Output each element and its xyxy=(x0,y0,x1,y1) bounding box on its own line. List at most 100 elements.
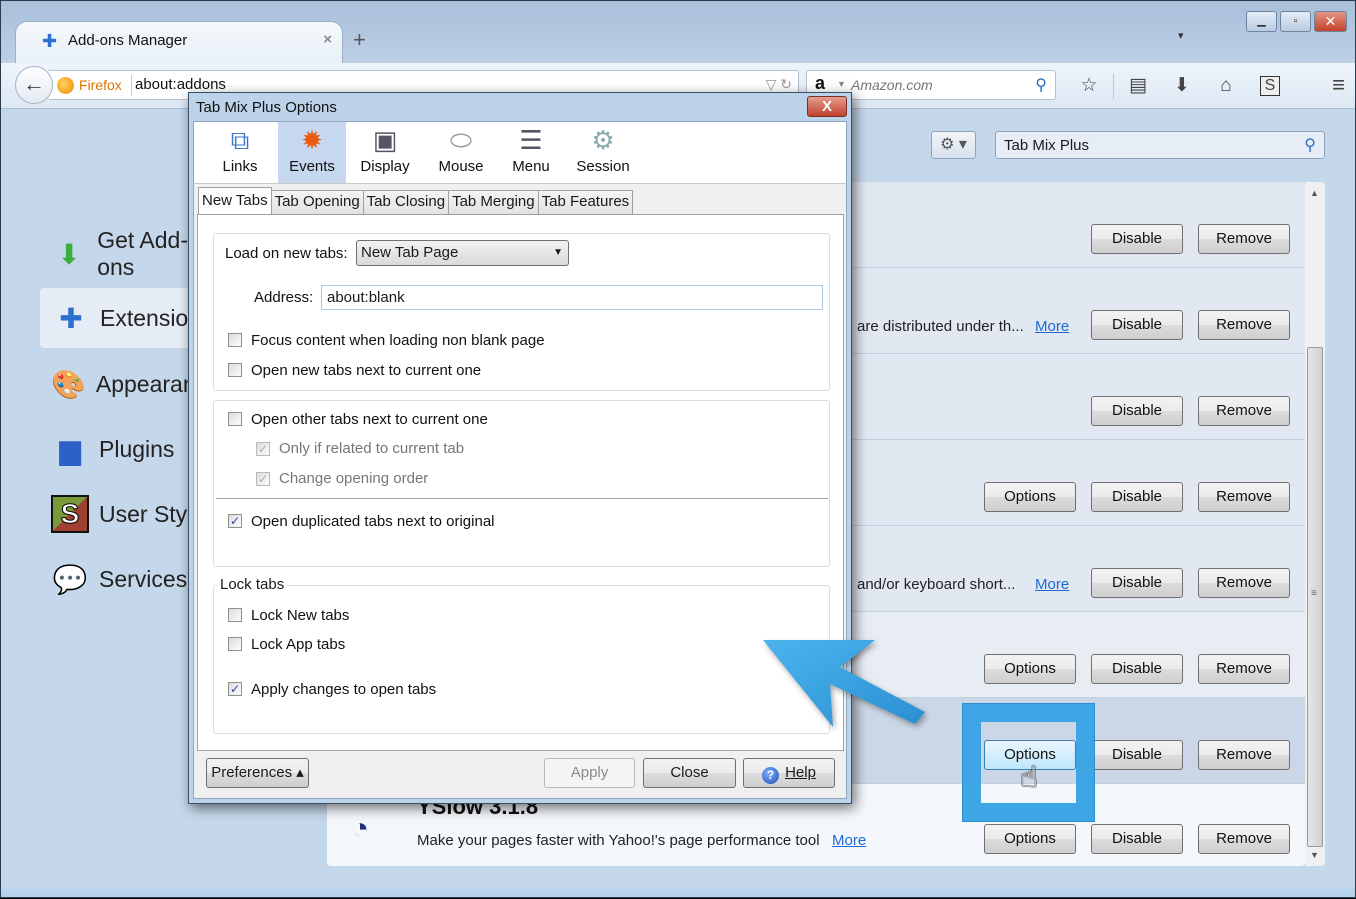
addon-description: are distributed under th... xyxy=(857,318,1024,335)
disable-button[interactable]: Disable xyxy=(1091,396,1183,426)
preferences-button[interactable]: Preferences ▴ xyxy=(206,758,309,788)
engine-dropdown-icon[interactable]: ▼ xyxy=(837,79,846,89)
help-button[interactable]: ? Help xyxy=(743,758,835,788)
pane-menu[interactable]: ☰ Menu xyxy=(500,122,562,183)
speedometer-icon: ◔ xyxy=(351,812,370,845)
close-button[interactable]: Close xyxy=(643,758,736,788)
apply-button[interactable]: Apply xyxy=(544,758,635,788)
remove-button[interactable]: Remove xyxy=(1198,482,1290,512)
chat-bubble-icon: 💬 xyxy=(52,563,88,595)
tab-new-tabs[interactable]: New Tabs xyxy=(198,187,272,214)
disable-button[interactable]: Disable xyxy=(1091,310,1183,340)
open-other-next-checkbox[interactable] xyxy=(228,412,242,426)
search-icon[interactable]: ⚲ xyxy=(1035,75,1047,95)
stylish-toolbar-icon[interactable]: S xyxy=(1260,76,1280,96)
remove-button[interactable]: Remove xyxy=(1198,654,1290,684)
tab-close-icon[interactable]: × xyxy=(323,31,332,48)
apply-changes-checkbox[interactable]: ✓ xyxy=(228,682,242,696)
search-icon[interactable]: ⚲ xyxy=(1304,135,1316,155)
options-button[interactable]: Options xyxy=(984,482,1076,512)
lock-new-tabs-checkbox[interactable] xyxy=(228,608,242,622)
pane-events[interactable]: ✹ Events xyxy=(278,122,346,183)
lock-tabs-legend: Lock tabs xyxy=(217,576,288,593)
dialog-close-button[interactable]: X xyxy=(807,96,847,117)
display-icon: ▣ xyxy=(372,125,398,155)
amazon-engine-icon[interactable]: a xyxy=(815,73,825,94)
pane-session[interactable]: ⚙ Session xyxy=(568,122,638,183)
disable-button[interactable]: Disable xyxy=(1091,224,1183,254)
maximize-button[interactable]: ▫ xyxy=(1280,11,1311,32)
disable-button[interactable]: Disable xyxy=(1091,824,1183,854)
more-link[interactable]: More xyxy=(1035,576,1069,593)
remove-button[interactable]: Remove xyxy=(1198,824,1290,854)
disable-button[interactable]: Disable xyxy=(1091,654,1183,684)
bookmark-star-icon[interactable]: ☆ xyxy=(1067,73,1111,99)
scrollbar-thumb[interactable]: ≡ xyxy=(1307,347,1323,847)
tab-tab-closing[interactable]: Tab Closing xyxy=(362,190,450,214)
more-link[interactable]: More xyxy=(832,832,866,849)
options-button[interactable]: Options xyxy=(984,654,1076,684)
new-tab-button[interactable]: + xyxy=(353,27,366,53)
disable-button[interactable]: Disable xyxy=(1091,482,1183,512)
url-separator xyxy=(131,75,132,96)
hamburger-menu-icon[interactable]: ≡ xyxy=(1332,72,1345,98)
only-if-related-checkbox: ✓ xyxy=(256,442,270,456)
disable-button[interactable]: Disable xyxy=(1091,568,1183,598)
tools-gear-button[interactable]: ⚙ ▾ xyxy=(931,131,976,159)
list-all-tabs-icon[interactable]: ▾ xyxy=(1178,29,1184,42)
session-icon: ⚙ xyxy=(591,125,615,155)
new-tabs-panel: Load on new tabs: New Tab Page ▼ Address… xyxy=(197,214,844,751)
pane-links[interactable]: ⧉ Links xyxy=(208,122,272,183)
reload-icon[interactable]: ▽ ↻ xyxy=(766,76,792,93)
help-icon: ? xyxy=(762,767,780,784)
tab-addons-manager[interactable]: ✚ Add-ons Manager × xyxy=(15,21,343,63)
remove-button[interactable]: Remove xyxy=(1198,396,1290,426)
stylish-icon: S xyxy=(51,495,89,533)
annotation-arrow-icon xyxy=(763,640,925,727)
pane-mouse[interactable]: ⬭ Mouse xyxy=(426,122,496,183)
scroll-up-icon[interactable]: ▲ xyxy=(1310,188,1319,198)
chevron-down-icon: ▼ xyxy=(553,247,563,258)
focus-content-checkbox[interactable] xyxy=(228,333,242,347)
address-label: Address: xyxy=(254,289,314,306)
plugin-icon: ▆ xyxy=(59,433,81,465)
subtab-bar: New Tabs Tab Opening Tab Closing Tab Mer… xyxy=(198,187,634,214)
downloads-icon[interactable]: ⬇ xyxy=(1160,73,1204,99)
pane-display[interactable]: ▣ Display xyxy=(350,122,420,183)
palette-icon: 🎨 xyxy=(51,368,86,400)
opening-group: Open other tabs next to current one ✓ On… xyxy=(213,400,830,567)
tab-tab-opening[interactable]: Tab Opening xyxy=(270,190,364,214)
lock-app-tabs-checkbox[interactable] xyxy=(228,637,242,651)
addon-search-input[interactable]: Tab Mix Plus ⚲ xyxy=(995,131,1325,159)
bookmarks-menu-icon[interactable]: ▤ xyxy=(1116,73,1160,99)
hand-cursor-icon: ☝ xyxy=(1020,761,1039,794)
more-link[interactable]: More xyxy=(1035,318,1069,335)
disable-button[interactable]: Disable xyxy=(1091,740,1183,770)
remove-button[interactable]: Remove xyxy=(1198,568,1290,598)
scroll-down-icon[interactable]: ▼ xyxy=(1310,850,1319,860)
back-button[interactable]: ← xyxy=(15,66,53,104)
search-placeholder: Amazon.com xyxy=(851,77,933,93)
separator xyxy=(216,498,828,499)
options-button[interactable]: Options xyxy=(984,824,1076,854)
tab-tab-merging[interactable]: Tab Merging xyxy=(448,190,539,214)
remove-button[interactable]: Remove xyxy=(1198,224,1290,254)
change-order-checkbox: ✓ xyxy=(256,472,270,486)
close-window-button[interactable]: ✕ xyxy=(1314,11,1347,32)
addon-description: Make your pages faster with Yahoo!'s pag… xyxy=(417,832,820,849)
address-field[interactable]: about:blank xyxy=(321,285,823,310)
remove-button[interactable]: Remove xyxy=(1198,310,1290,340)
sidebar-item-label: Plugins xyxy=(99,435,175,462)
open-new-next-checkbox[interactable] xyxy=(228,363,242,377)
load-on-new-tabs-select[interactable]: New Tab Page ▼ xyxy=(356,240,569,266)
load-label: Load on new tabs: xyxy=(225,245,348,262)
open-duplicated-checkbox[interactable]: ✓ xyxy=(228,514,242,528)
addon-list-scrollbar[interactable]: ▲ ≡ ▼ xyxy=(1305,182,1325,866)
title-bar: ✚ Add-ons Manager × + ▾ ▁ ▫ ✕ xyxy=(1,1,1355,63)
addon-search-value[interactable]: Tab Mix Plus xyxy=(1004,137,1089,154)
home-icon[interactable]: ⌂ xyxy=(1204,73,1248,99)
url-text[interactable]: about:addons xyxy=(135,76,226,93)
minimize-button[interactable]: ▁ xyxy=(1246,11,1277,32)
tab-tab-features[interactable]: Tab Features xyxy=(537,190,634,214)
remove-button[interactable]: Remove xyxy=(1198,740,1290,770)
